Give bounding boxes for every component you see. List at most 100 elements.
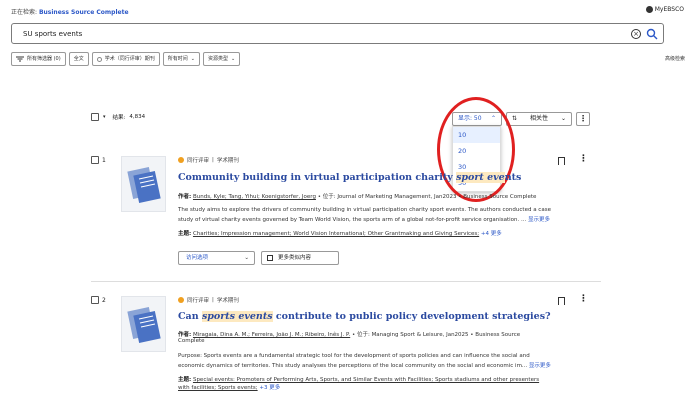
record-more-icon[interactable]: ⋮: [579, 294, 588, 304]
more-options-button[interactable]: ⋮: [576, 112, 590, 126]
peer-label: 同行评审: [187, 158, 210, 164]
source-label: • 位于:: [317, 194, 336, 200]
divider: |: [212, 157, 214, 163]
record-more-icon[interactable]: ⋮: [579, 154, 588, 164]
title-highlight[interactable]: sport eve: [456, 172, 505, 183]
record-subjects: with facilities; Sports events; +3 更多: [178, 383, 598, 391]
peer-reviewed-icon: [178, 297, 184, 303]
chevron-down-icon: ⌄: [190, 56, 195, 62]
record-authors: 作者: Bunds, Kyle; Tang, Yihui; Koenigstor…: [178, 192, 598, 200]
fulltext-filter[interactable]: 全文: [68, 52, 89, 66]
type-label: 学术期刊: [216, 298, 239, 304]
type-label: 学术期刊: [216, 158, 239, 164]
title-part[interactable]: contribute to public policy development …: [273, 311, 551, 322]
advanced-search-link[interactable]: 高级检索: [665, 55, 685, 62]
record-abstract: economic dynamics of territories. This s…: [178, 361, 598, 369]
more-subjects-link[interactable]: +4 更多: [481, 231, 502, 237]
time-label: 所有时间: [167, 56, 188, 62]
resource-type-filter[interactable]: 资源类型 ⌄: [202, 52, 241, 66]
peer-label: 同行评审: [187, 298, 210, 304]
results-label: 结果:: [112, 115, 126, 121]
bookmark-icon[interactable]: [558, 157, 565, 165]
title-highlight[interactable]: sports events: [201, 311, 273, 322]
search-query[interactable]: SU sports events: [23, 30, 82, 38]
search-input[interactable]: SU sports events ×: [11, 23, 664, 44]
sort-dropdown[interactable]: ⇅ 相关性 ⌄: [506, 112, 572, 126]
record-subjects: 主题: Special events: Promoters of Perform…: [178, 375, 598, 383]
top-bar: 正在检索: Business Source Complete MyEBSCO: [0, 0, 697, 20]
record-index: 2: [102, 296, 106, 304]
chevron-down-icon: ⌄: [560, 115, 566, 122]
record-checkbox[interactable]: [91, 296, 99, 304]
document-thumbnail[interactable]: [121, 156, 166, 212]
document-thumbnail[interactable]: [121, 296, 166, 352]
time-filter[interactable]: 所有时间 ⌄: [162, 52, 200, 66]
searching-text: 正在检索:: [11, 9, 38, 16]
title-part[interactable]: Can: [178, 311, 202, 322]
similar-label: 更多类似内容: [278, 255, 312, 261]
authors-label: 作者:: [178, 194, 192, 200]
subjects-label: 主题:: [178, 231, 192, 237]
results-count: 4,834: [129, 114, 146, 120]
record-index: 1: [102, 156, 106, 164]
select-all-checkbox[interactable]: [91, 113, 99, 121]
divider: [91, 281, 601, 282]
all-filters-label: 所有筛选器 (0): [27, 56, 61, 62]
search-icon[interactable]: [646, 28, 658, 40]
chevron-down-icon[interactable]: ▾: [103, 114, 106, 120]
chevron-down-icon: ⌄: [230, 56, 236, 62]
record-authors: 作者: Miragaia, Dina A. M.; Ferreira, João…: [178, 330, 598, 338]
account-label: MyEBSCO: [654, 6, 684, 13]
title-part[interactable]: Community building in virtual participat…: [178, 172, 456, 183]
sort-icon: ⇅: [512, 115, 518, 122]
searching-label: 正在检索: Business Source Complete: [11, 7, 129, 16]
show-more-link[interactable]: 显示更多: [529, 363, 551, 369]
more-similar-button[interactable]: 更多类似内容: [261, 251, 339, 265]
all-filters-button[interactable]: 所有筛选器 (0): [11, 52, 66, 66]
resource-type-label: 资源类型: [207, 56, 228, 62]
document-icon: [127, 167, 161, 203]
peer-reviewed-filter[interactable]: 学术（同行评审）期刊: [91, 52, 160, 66]
access-label: 访问选项: [186, 255, 209, 261]
divider: |: [212, 297, 214, 303]
fulltext-label: 全文: [73, 56, 84, 62]
radio-icon: [96, 56, 102, 62]
source-text: Journal of Marketing Management, Jan2023…: [337, 194, 537, 200]
record-abstract: The study aims to explore the drivers of…: [178, 207, 551, 213]
publication-type: 同行评审 | 学术期刊: [178, 296, 239, 304]
record-number: 2: [91, 296, 106, 304]
peer-reviewed-label: 学术（同行评审）期刊: [104, 56, 155, 62]
subjects-links[interactable]: with facilities; Sports events;: [178, 385, 258, 391]
record-number: 1: [91, 156, 106, 164]
abstract-text: study of virtual charity events governed…: [178, 217, 527, 223]
record-abstract: Purpose: Sports events are a fundamental…: [178, 353, 530, 359]
peer-reviewed-icon: [178, 157, 184, 163]
record-subjects: 主题: Charities; Impression management; Wo…: [178, 229, 598, 237]
access-options-dropdown[interactable]: 访问选项 ⌄: [178, 251, 255, 265]
clear-icon[interactable]: ×: [631, 29, 641, 39]
more-subjects-link[interactable]: +3 更多: [259, 385, 280, 391]
record-source-cont: Complete: [178, 338, 205, 344]
result-record: 1 同行评审 | 学术期刊 Community building in virtua…: [91, 154, 601, 276]
bookmark-icon[interactable]: [558, 297, 565, 305]
filter-icon: [16, 56, 24, 62]
myebsco-button[interactable]: MyEBSCO: [645, 6, 684, 13]
authors-link[interactable]: Bunds, Kyle; Tang, Yihui; Koenigstorfer,…: [193, 194, 316, 200]
sort-label: 相关性: [529, 115, 548, 122]
result-record: 2 同行评审 | 学术期刊 Can sports events contribute…: [91, 294, 601, 396]
record-title[interactable]: Can sports events contribute to public p…: [178, 311, 551, 322]
similar-icon: [267, 255, 273, 261]
record-title[interactable]: Community building in virtual participat…: [178, 172, 521, 183]
show-more-link[interactable]: 显示更多: [528, 217, 550, 223]
user-icon: [645, 6, 653, 13]
title-part[interactable]: nts: [505, 172, 522, 183]
record-checkbox[interactable]: [91, 156, 99, 164]
chevron-down-icon: ⌄: [244, 255, 249, 261]
filter-bar: 所有筛选器 (0) 全文 学术（同行评审）期刊 所有时间 ⌄ 资源类型 ⌄: [11, 52, 241, 66]
database-link[interactable]: Business Source Complete: [39, 9, 129, 16]
record-abstract: study of virtual charity events governed…: [178, 215, 598, 223]
abstract-text: economic dynamics of territories. This s…: [178, 363, 528, 369]
subjects-links[interactable]: Charities; Impression management; World …: [193, 231, 479, 237]
document-icon: [127, 307, 161, 343]
results-bar: ▾ 结果: 4,834: [91, 113, 145, 121]
